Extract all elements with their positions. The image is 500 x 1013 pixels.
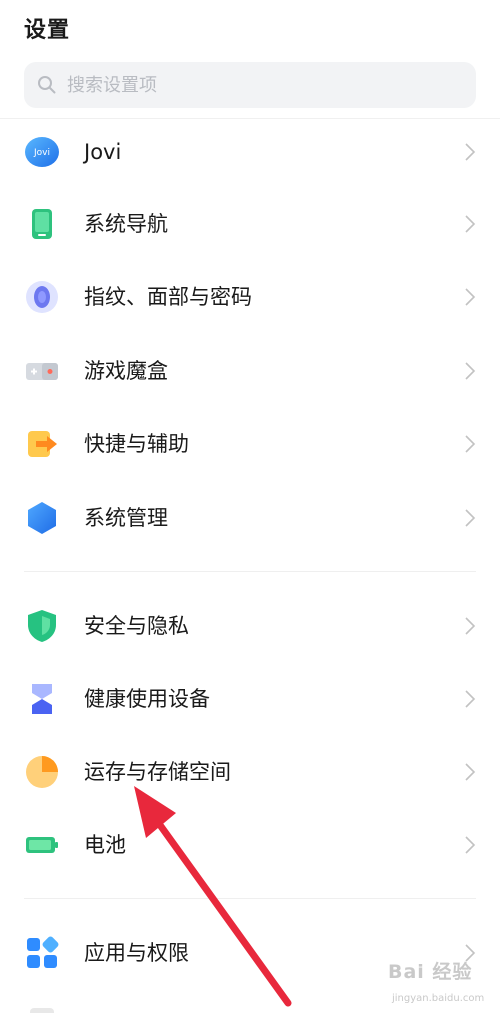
apps-icon (27, 936, 59, 968)
svg-text:Jovi: Jovi (33, 148, 50, 158)
settings-item-label: 电池 (84, 833, 126, 857)
search-input[interactable] (65, 73, 449, 97)
watermark-url: jingyan.baidu.com (392, 993, 485, 1004)
chevron-right-icon (465, 362, 476, 380)
chevron-right-icon (465, 143, 476, 161)
chevron-right-icon (465, 509, 476, 527)
chevron-right-icon (465, 836, 476, 854)
hexagon-icon (28, 502, 56, 534)
shield-icon (28, 610, 56, 642)
gamepad-icon (26, 363, 58, 380)
settings-item-jovi[interactable]: Jovi Jovi (0, 116, 500, 188)
chevron-right-icon (465, 763, 476, 781)
chevron-right-icon (465, 288, 476, 306)
settings-item-label: Jovi (84, 140, 122, 164)
shortcut-arrow-icon (28, 431, 57, 457)
settings-item-label: 快捷与辅助 (84, 432, 189, 456)
hourglass-icon (32, 684, 52, 714)
chevron-right-icon (465, 690, 476, 708)
fingerprint-icon (26, 281, 58, 313)
section-divider (24, 571, 476, 572)
settings-item-label: 系统导航 (84, 212, 168, 236)
chevron-right-icon (465, 215, 476, 233)
chevron-right-icon (465, 617, 476, 635)
settings-item-label: 指纹、面部与密码 (84, 285, 252, 309)
settings-item-healthy-device-use[interactable]: 健康使用设备 (0, 663, 500, 735)
settings-item-label: 运存与存储空间 (84, 760, 231, 784)
watermark: Bai 经验 jingyan.baidu.com (388, 955, 496, 1013)
settings-item-game-box[interactable]: 游戏魔盒 (0, 335, 500, 407)
chevron-right-icon (465, 435, 476, 453)
settings-item-system-management[interactable]: 系统管理 (0, 482, 500, 554)
watermark-logo-text: Bai 经验 (388, 961, 473, 983)
jovi-icon: Jovi (25, 137, 59, 167)
settings-item-system-navigation[interactable]: 系统导航 (0, 188, 500, 260)
settings-item-label: 健康使用设备 (84, 687, 210, 711)
battery-icon (26, 837, 58, 853)
page-title: 设置 (24, 18, 71, 43)
settings-item-label: 系统管理 (84, 506, 168, 530)
settings-item-label: 游戏魔盒 (84, 359, 168, 383)
pie-chart-icon (26, 756, 58, 788)
search-icon (38, 76, 56, 94)
settings-item-fingerprint-face-password[interactable]: 指纹、面部与密码 (0, 261, 500, 333)
settings-item-battery[interactable]: 电池 (0, 809, 500, 881)
settings-item-memory-storage[interactable]: 运存与存储空间 (0, 736, 500, 808)
settings-item-label: 安全与隐私 (84, 614, 189, 638)
section-divider (24, 898, 476, 899)
phone-navigation-icon (32, 209, 52, 239)
settings-item-shortcuts-accessibility[interactable]: 快捷与辅助 (0, 408, 500, 480)
search-bar[interactable] (24, 62, 476, 108)
settings-item-security-privacy[interactable]: 安全与隐私 (0, 590, 500, 662)
partial-item-icon (30, 1008, 54, 1013)
settings-item-label: 应用与权限 (84, 941, 189, 965)
